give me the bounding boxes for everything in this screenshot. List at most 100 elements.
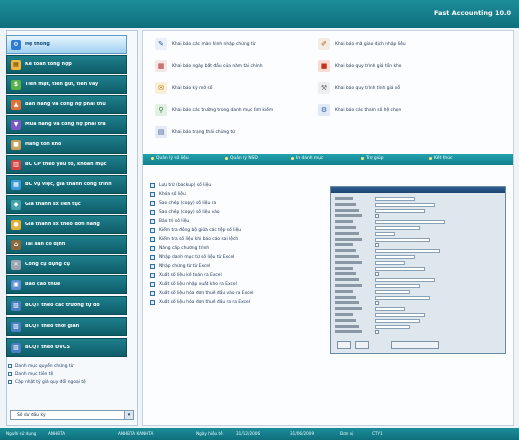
function-icon [150,210,155,215]
sidebar-sublist: Danh mục quyển chứng từ Danh mục tiền tệ… [8,362,130,386]
function-icon [150,228,155,233]
preview-button [337,341,351,349]
preview-field-label [335,266,353,270]
pricing-process-icon: ⚒ [318,82,330,94]
sidebar-item-ke-toan-tong-hop[interactable]: ▤ Kế toán tổng hợp [6,55,127,74]
preview-field-label [335,301,359,305]
function-item[interactable]: Nhập danh mục từ số liệu từ Excel [150,253,320,262]
preview-button [355,341,369,349]
preview-field-row [335,278,503,283]
status-unit-label: Đơn vị [340,431,354,436]
fixed-asset-icon: ⌂ [11,239,21,250]
function-item[interactable]: Lưu trữ (backup) số liệu [150,181,320,190]
function-icon [150,255,155,260]
tab-quan-ly-nsd[interactable]: Quản lý NSD [225,156,258,161]
function-item[interactable]: Kiểm tra số liệu khi báo cáo sai lệch [150,235,320,244]
preview-field-row [335,318,503,323]
function-icon [150,246,155,251]
shortcut-document-status[interactable]: ▤ Khai báo trạng thái chứng từ [155,126,235,138]
preview-field-label [335,197,353,200]
sidebar-item-bcqt-truong-tu-do[interactable]: ▧ BCQT theo các trường tự do [6,296,127,315]
preview-checkbox [375,214,379,219]
subitem-danh-muc-quyen-chung-tu[interactable]: Danh mục quyển chứng từ [8,362,130,370]
function-item[interactable]: Bảo trì số liệu [150,217,320,226]
shortcut-transaction-codes[interactable]: ✐ Khai báo mã giao dịch nhập liệu [318,38,406,50]
bullet-icon [151,157,154,160]
function-icon [150,192,155,197]
sidebar-item-bc-cp[interactable]: ▥ BC CP theo yếu tố, khoản mục [6,155,127,174]
preview-field-label [335,231,359,235]
form-icon [8,372,12,376]
preview-field-row [335,295,503,300]
function-item[interactable]: Xuất số liệu nhập xuất kho ra Excel [150,280,320,289]
subitem-cap-nhat-ty-gia[interactable]: Cập nhật tỷ giá quy đổi ngoại tệ [8,378,130,386]
custom-report-icon: ▧ [11,300,21,311]
tab-quan-ly-so-lieu[interactable]: Quản lý số liệu [151,156,189,161]
sidebar-item-bao-cao-thue[interactable]: ▣ Báo cáo thuế [6,275,127,294]
title-bar: Fast Accounting 10.0 [0,0,519,28]
sidebar-item-gia-thanh-lien-tuc[interactable]: ◆ Giá thành sx liên tục [6,195,127,214]
shortcut-input-screens[interactable]: ✎ Khai báo các màn hình nhập chứng từ [155,38,255,50]
function-icon [150,237,155,242]
preview-field-row [335,260,503,265]
preview-field-label [335,249,356,253]
sidebar-item-he-thong[interactable]: ⚙ Hệ thống [6,35,127,54]
preview-field-row [335,214,503,219]
preview-field-label [335,237,362,241]
subitem-danh-muc-tien-te[interactable]: Danh mục tiền tệ [8,370,130,378]
function-item[interactable]: Nâng cấp chương trình [150,244,320,253]
bullet-icon [291,157,294,160]
cash-icon: $ [11,79,21,90]
preview-input [375,284,420,288]
sidebar-item-bcqt-thoi-gian[interactable]: ▧ BCQT theo thời gian [6,317,127,336]
function-item[interactable]: Sao chép (copy) số liệu vào [150,208,320,217]
preview-field-label [335,307,362,311]
shortcut-pricing-process[interactable]: ⚒ Khai báo quy trình tính giá xổ [318,82,400,94]
function-item[interactable]: Xuất số liệu kế toán ra Excel [150,271,320,280]
sidebar-item-hang-ton-kho[interactable]: ■ Hàng tồn kho [6,135,127,154]
function-item[interactable]: Sao chép (copy) số liệu ra [150,199,320,208]
preview-input [375,208,425,213]
tab-in-danh-muc[interactable]: In danh mục [291,156,323,161]
preview-input [375,260,405,265]
preview-field-label [335,243,353,247]
preview-checkbox [375,301,379,306]
chevron-down-icon[interactable]: ▾ [124,411,133,419]
sidebar-item-bcqt-dvcs[interactable]: ▧ BCQT theo ĐVCS [6,338,127,357]
status-user-label: Người sử dụng [6,431,37,436]
order-costing-icon: ● [11,219,21,230]
function-item[interactable]: Khóa số liệu [150,190,320,199]
continuous-costing-icon: ◆ [11,199,21,210]
status-date2: 31/06/2009 [290,431,315,436]
sidebar-item-ban-hang[interactable]: ▲ Bán hàng và công nợ phải thu [6,95,127,114]
preview-input [375,220,445,225]
sidebar-item-cong-cu-dung-cu[interactable]: ✕ Công cụ dụng cụ [6,255,127,274]
preview-input [375,202,435,207]
sidebar-item-tien-mat[interactable]: $ Tiền mặt, tiền gửi, tiền vay [6,75,127,94]
preview-input [375,249,440,254]
sidebar-item-mua-hang[interactable]: ▼ Mua hàng và công nợ phải trả [6,115,127,134]
cost-report-icon: ▥ [11,159,21,170]
function-item[interactable]: Xuất số liệu hóa đơn thuế đầu vào ra Exc… [150,289,320,298]
parameters-icon: ⚙ [318,104,330,116]
sidebar-item-bc-vu-viec[interactable]: ▦ BC vụ việc, giá thành công trình [6,175,127,194]
function-item[interactable]: Kiểm tra đồng bộ giữa các tệp số liệu [150,226,320,235]
calendar-icon: ▦ [155,60,167,72]
shortcut-fiscal-year-start[interactable]: ▦ Khai báo ngày bắt đầu của năm tài chín… [155,60,262,72]
function-icon [150,273,155,278]
shortcut-search-fields[interactable]: ⚲ Khai báo các trường trong danh mục tìm… [155,104,273,116]
opening-balance-select[interactable]: Số dư đầu kỳ ▾ [10,410,134,420]
function-item[interactable]: Xuất số liệu hóa đơn thuế đầu ra ra Exce… [150,298,320,307]
preview-field-row [335,301,503,306]
shortcut-open-period[interactable]: ✉ Khai báo kỳ mở sổ [155,82,212,94]
tab-ket-thuc[interactable]: Kết thúc [429,156,452,161]
sidebar-item-tai-san-co-dinh[interactable]: ⌂ Tài sản cố định [6,235,127,254]
status-doc-icon: ▤ [155,126,167,138]
sidebar-item-gia-thanh-don-hang[interactable]: ● Giá thành sx theo đơn hàng [6,215,127,234]
shortcut-inventory-cost[interactable]: ■ Khai báo quy trình giá tồn kho [318,60,402,72]
preview-field-label [335,208,359,212]
function-item[interactable]: Nhập chứng từ từ Excel [150,262,320,271]
project-report-icon: ▦ [11,179,21,190]
shortcut-parameters[interactable]: ⚙ Khai báo các tham số hệ chọn [318,104,401,116]
tab-tro-giup[interactable]: Trợ giúp [361,156,384,161]
